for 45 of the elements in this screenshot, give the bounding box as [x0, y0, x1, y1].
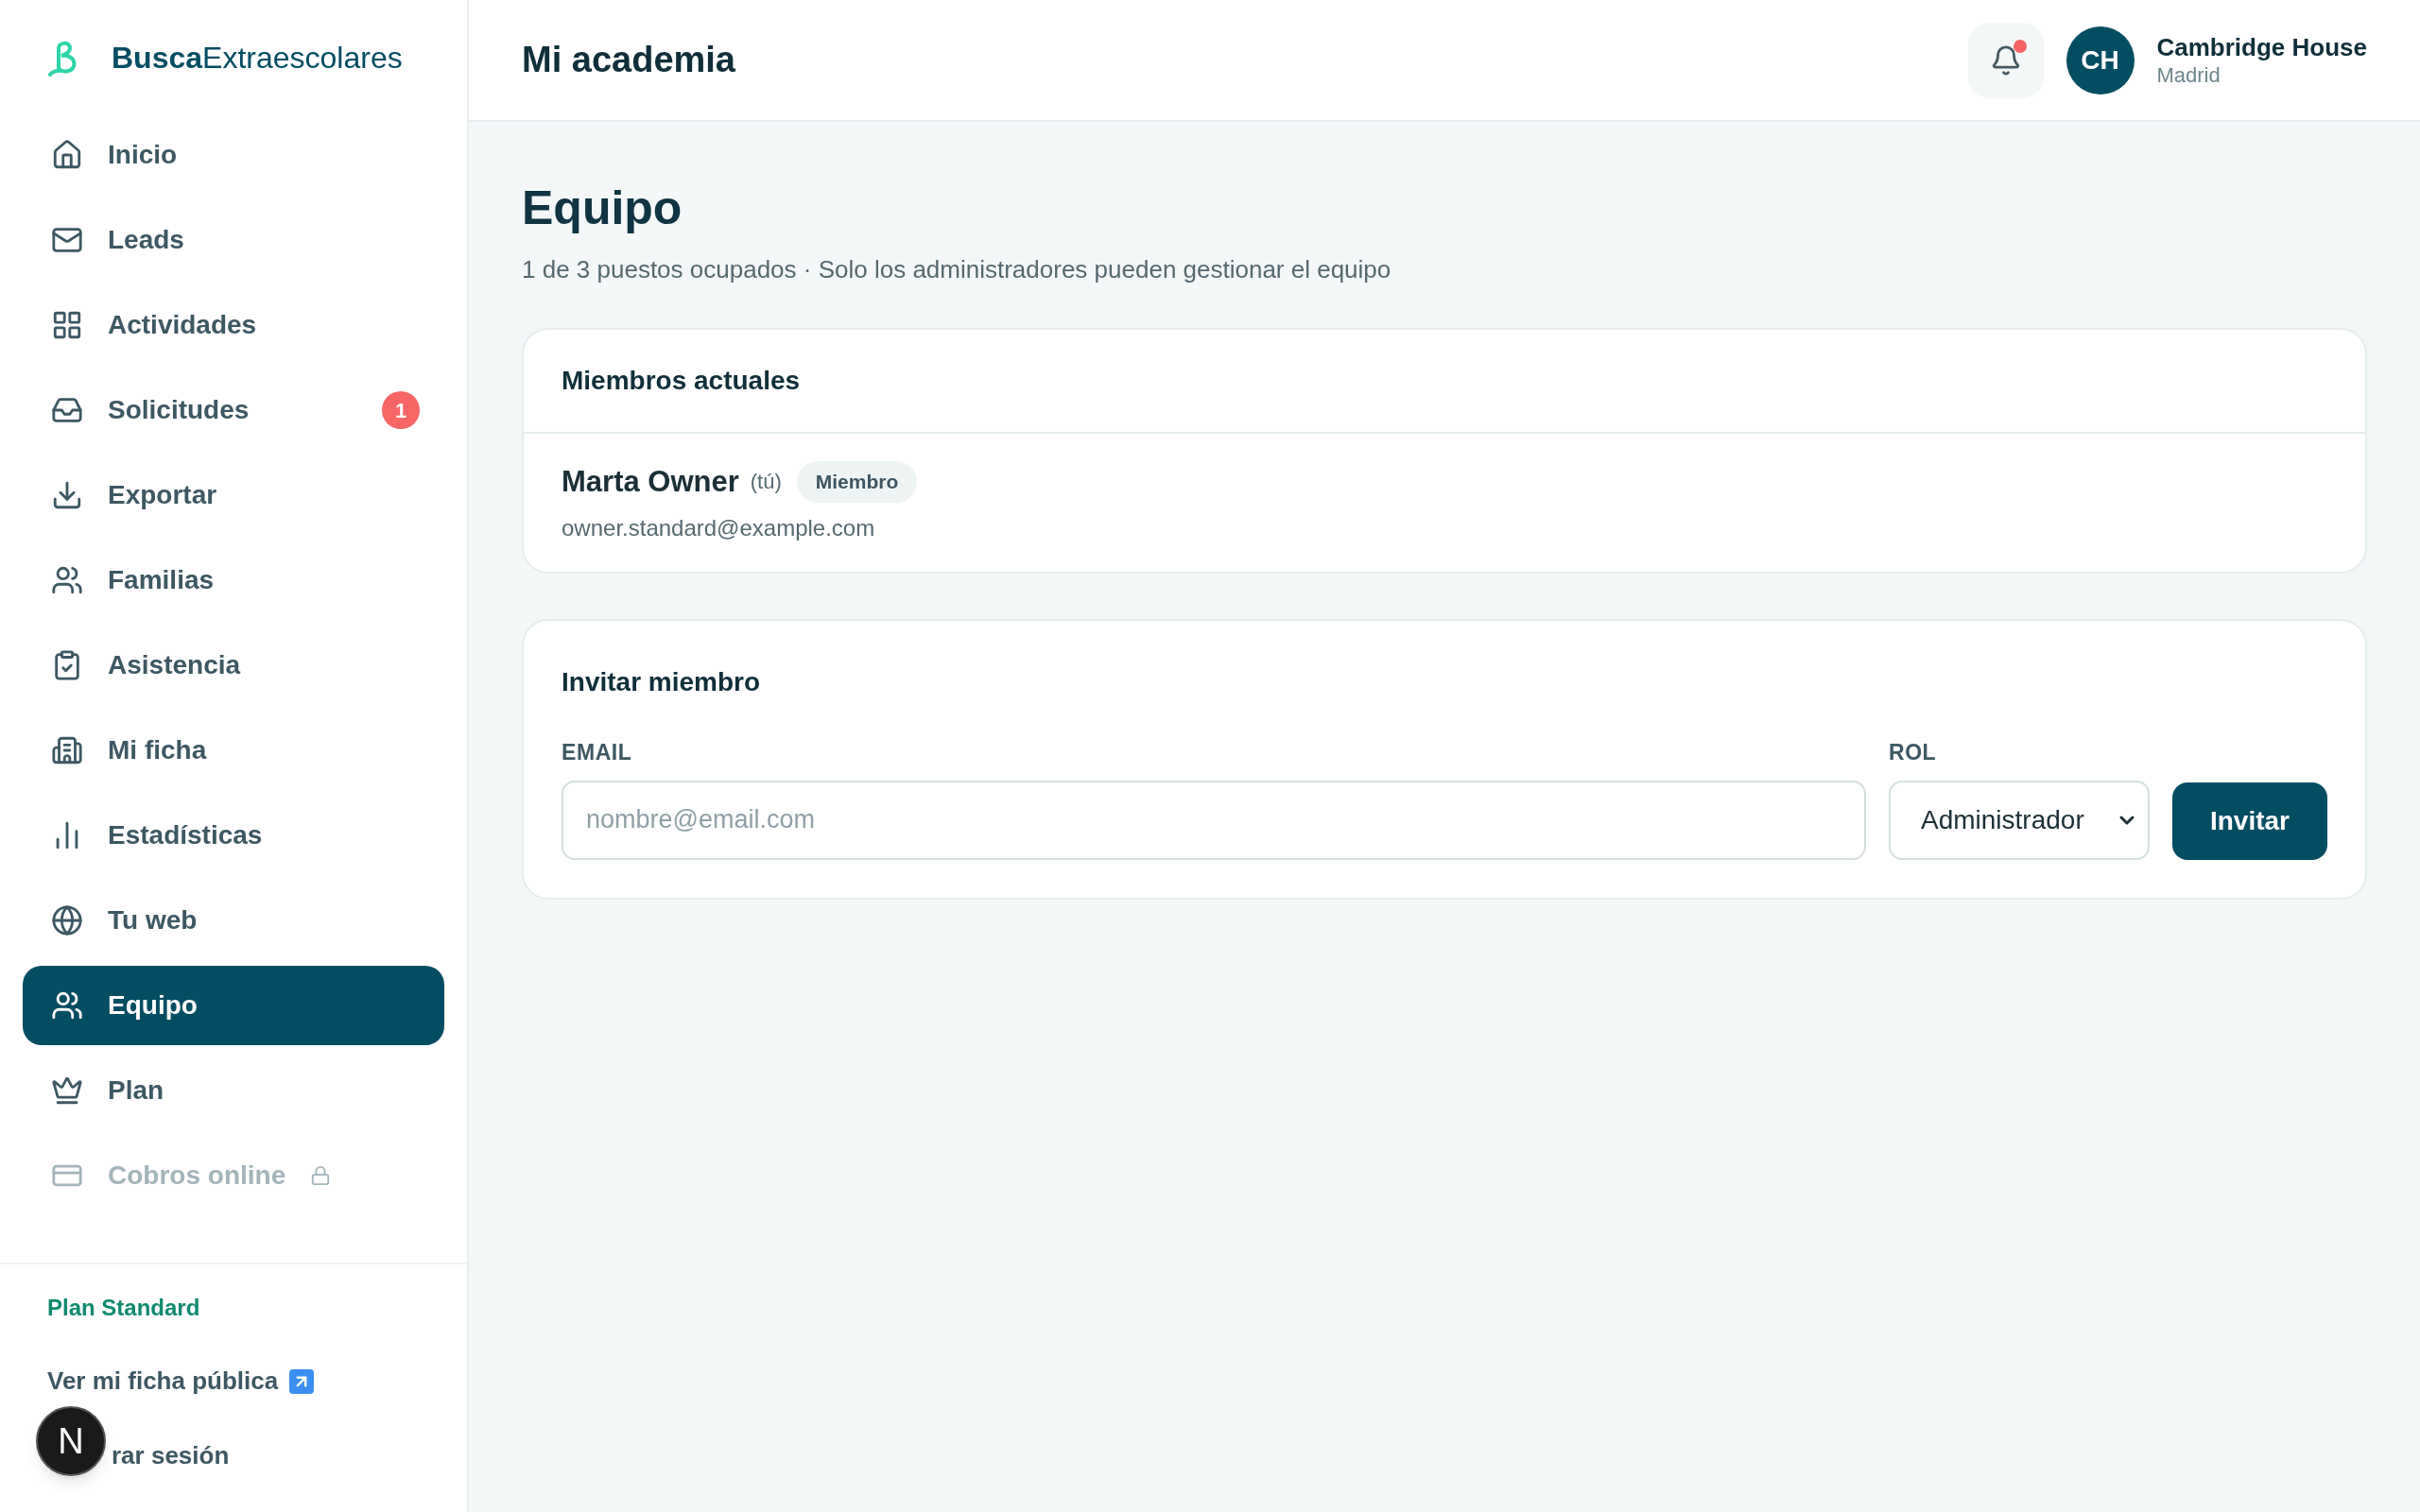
- grid-icon: [51, 309, 83, 341]
- sidebar-item[interactable]: Equipo: [23, 966, 444, 1045]
- field-label: ROL: [1888, 739, 1938, 766]
- sidebar-item[interactable]: Actividades: [23, 285, 444, 365]
- sidebar-item[interactable]: Plan: [23, 1051, 444, 1130]
- brand-name: BuscaExtraescolares: [112, 40, 403, 77]
- count-badge: 1: [382, 391, 420, 429]
- crown-icon: [51, 1074, 83, 1107]
- invite-button[interactable]: Invitar: [2171, 782, 2327, 860]
- external-link-icon: [289, 1368, 315, 1394]
- building-icon: [51, 734, 83, 766]
- sidebar-item[interactable]: Inicio: [23, 115, 444, 195]
- card-title: Invitar miembro: [562, 666, 762, 698]
- sidebar-item[interactable]: Exportar: [23, 455, 444, 535]
- sidebar-item[interactable]: Estadísticas: [23, 796, 444, 875]
- page-subtitle: 1 de 3 puestos ocupados · Solo los administradores pueden gestionar el equipo: [522, 253, 1392, 285]
- role-badge: Miembro: [796, 461, 918, 503]
- sidebar-item[interactable]: Familias: [23, 541, 444, 620]
- field-label: EMAIL: [562, 739, 633, 766]
- avatar: CH: [2066, 26, 2135, 94]
- people-icon: [51, 564, 83, 596]
- sidebar-item[interactable]: Solicitudes 1: [23, 370, 444, 450]
- member-email: owner.standard@example.com: [562, 514, 876, 542]
- sidebar-item[interactable]: Asistencia: [23, 626, 444, 705]
- home-icon: [51, 139, 83, 171]
- org-city: Madrid: [2156, 62, 2221, 89]
- people-icon: [51, 989, 83, 1022]
- globe-icon: [51, 904, 83, 936]
- public-profile-link[interactable]: Ver mi ficha pública: [47, 1363, 467, 1400]
- page-title: Equipo: [522, 180, 683, 236]
- member-name: Marta Owner: [562, 463, 739, 500]
- card-title: Miembros actuales: [562, 364, 801, 397]
- email-field[interactable]: nombre@email.com: [562, 780, 1866, 860]
- download-icon: [51, 479, 83, 511]
- lock-icon: [310, 1165, 332, 1186]
- header-title: Mi academia: [522, 39, 735, 81]
- sidebar-item[interactable]: Mi ficha: [23, 711, 444, 790]
- plan-label: Plan Standard: [47, 1294, 201, 1322]
- org-name: Cambridge House: [2156, 31, 2367, 62]
- notifications-button[interactable]: [1967, 22, 2044, 98]
- logout-link[interactable]: rar sesión: [112, 1437, 230, 1474]
- you-label: (tú): [750, 469, 782, 496]
- sidebar-item[interactable]: Tu web: [23, 881, 444, 960]
- role-select[interactable]: Administrador: [1888, 780, 2150, 860]
- sidebar-item[interactable]: Leads: [23, 200, 444, 280]
